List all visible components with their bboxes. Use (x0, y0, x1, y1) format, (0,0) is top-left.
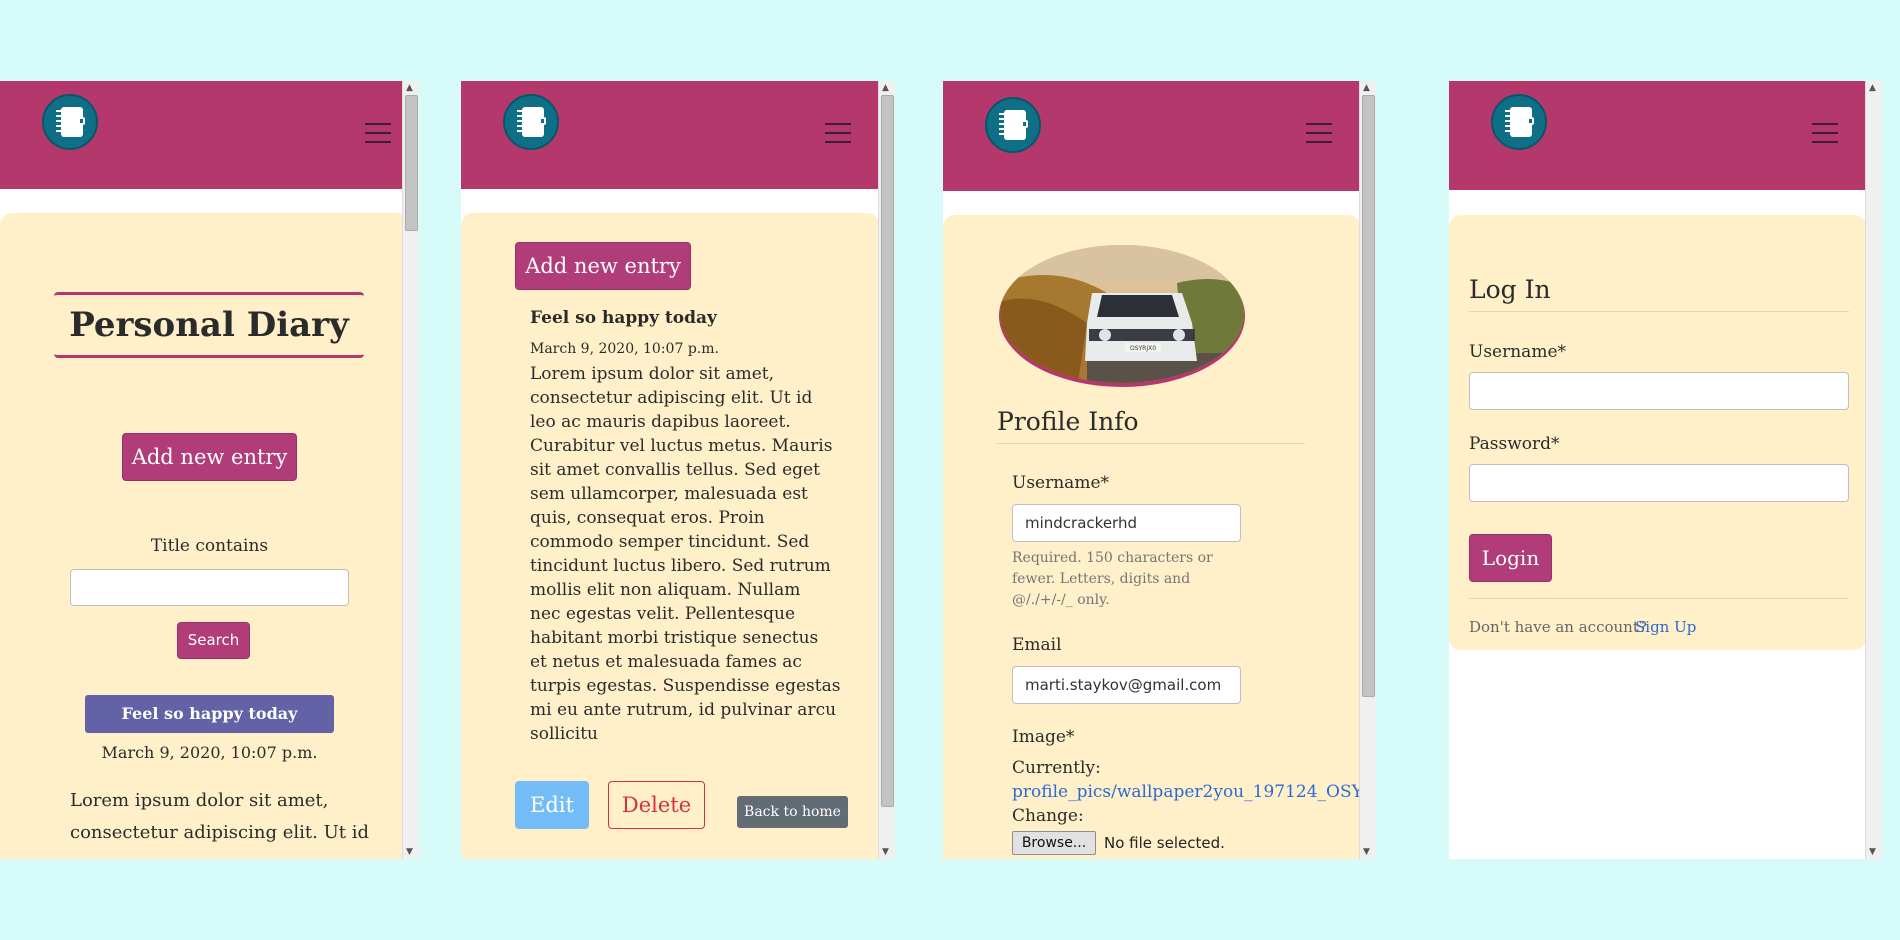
username-field[interactable] (1012, 504, 1241, 542)
entry-title: Feel so happy today (530, 308, 717, 328)
no-file-text: No file selected. (1104, 834, 1225, 852)
edit-button[interactable]: Edit (515, 781, 589, 829)
vertical-scrollbar[interactable]: ▲ ▼ (402, 81, 419, 859)
entry-date: March 9, 2020, 10:07 p.m. (101, 743, 318, 762)
current-image-link[interactable]: profile_pics/wallpaper2you_197124_OSYRj (1012, 782, 1360, 802)
notebook-logo-icon[interactable] (503, 94, 559, 150)
page-title: Personal Diary (54, 292, 364, 358)
vertical-scrollbar[interactable]: ▲ ▼ (1359, 81, 1376, 859)
entry-date: March 9, 2020, 10:07 p.m. (530, 341, 719, 357)
entry-body-line: Curabitur vel luctus metus. Mauris (530, 436, 833, 456)
signup-link[interactable]: Sign Up (1635, 618, 1696, 636)
browse-button[interactable]: Browse... (1012, 831, 1096, 855)
entry-body-line: Lorem ipsum dolor sit amet, (530, 364, 775, 384)
entry-body-line: nec egestas velit. Pellentesque (530, 604, 796, 624)
profile-avatar: OSYRJX0 (999, 245, 1245, 387)
profile-window: OSYRJX0 Profile Info Username* Required.… (943, 81, 1376, 859)
profile-card: OSYRJX0 Profile Info Username* Required.… (943, 215, 1360, 859)
entry-body-line: sit amet convallis tellus. Sed eget (530, 460, 820, 480)
profile-heading: Profile Info (997, 407, 1305, 444)
add-entry-button[interactable]: Add new entry (515, 242, 691, 290)
username-label: Username* (1469, 342, 1567, 362)
home-window: Personal Diary Add new entry Title conta… (0, 81, 419, 859)
notebook-logo-icon[interactable] (42, 94, 98, 150)
entry-excerpt-line-1: Lorem ipsum dolor sit amet, (70, 790, 329, 811)
navbar (943, 81, 1360, 191)
username-label: Username* (1012, 473, 1110, 493)
entry-body-line: et netus et malesuada fames ac (530, 652, 802, 672)
email-field[interactable] (1012, 666, 1241, 704)
hamburger-menu-icon[interactable] (1812, 123, 1838, 143)
entry-card: Add new entry Feel so happy today March … (461, 213, 879, 859)
entry-body-line: habitant morbi tristique senectus (530, 628, 819, 648)
login-heading: Log In (1469, 275, 1849, 312)
navbar (1449, 81, 1866, 190)
login-button[interactable]: Login (1469, 534, 1552, 582)
filter-label: Title contains (150, 536, 269, 556)
login-window: Log In Username* Password* Login Don't h… (1449, 81, 1882, 859)
notebook-logo-icon[interactable] (985, 97, 1041, 153)
login-card: Log In Username* Password* Login Don't h… (1449, 215, 1866, 650)
username-field[interactable] (1469, 372, 1849, 410)
entry-body-line: sollicitu (530, 724, 599, 744)
password-label: Password* (1469, 434, 1560, 454)
hamburger-menu-icon[interactable] (825, 123, 851, 143)
notebook-logo-icon[interactable] (1491, 94, 1547, 150)
change-label: Change: (1012, 806, 1084, 826)
vertical-scrollbar[interactable]: ▲ ▼ (1865, 81, 1882, 859)
license-plate-text: OSYRJX0 (1130, 345, 1156, 352)
help-line: Required. 150 characters or (1012, 550, 1213, 566)
home-card: Personal Diary Add new entry Title conta… (0, 213, 419, 859)
entry-body-line: mi eu ante rutrum, id pulvinar arcu (530, 700, 837, 720)
password-field[interactable] (1469, 464, 1849, 502)
entry-body-line: consectetur adipiscing elit. Ut id (530, 388, 813, 408)
hamburger-menu-icon[interactable] (1306, 123, 1332, 143)
navbar (0, 81, 419, 189)
detail-window: Add new entry Feel so happy today March … (461, 81, 895, 859)
delete-button[interactable]: Delete (608, 781, 705, 829)
image-label: Image* (1012, 727, 1075, 747)
currently-label: Currently: (1012, 758, 1101, 778)
back-home-button[interactable]: Back to home (737, 796, 848, 828)
entry-body-line: tincidunt luctus libero. Sed rutrum (530, 556, 831, 576)
add-entry-button[interactable]: Add new entry (122, 433, 297, 481)
hamburger-menu-icon[interactable] (365, 123, 391, 143)
username-help-text: Required. 150 characters or fewer. Lette… (1012, 548, 1213, 611)
entry-title-badge[interactable]: Feel so happy today (85, 695, 334, 733)
help-line: fewer. Letters, digits and (1012, 571, 1191, 587)
email-label: Email (1012, 635, 1062, 655)
entry-body-line: leo ac mauris dapibus laoreet. (530, 412, 791, 432)
no-account-text: Don't have an account? (1469, 618, 1647, 636)
entry-body: Lorem ipsum dolor sit amet, consectetur … (530, 362, 840, 746)
entry-body-line: commodo semper tincidunt. Sed (530, 532, 810, 552)
entry-excerpt-line-2: consectetur adipiscing elit. Ut id (70, 822, 369, 843)
search-button[interactable]: Search (177, 622, 250, 659)
login-divider (1469, 598, 1849, 599)
entry-body-line: turpis egestas. Suspendisse egestas (530, 676, 841, 696)
entry-body-line: quis, consequat eros. Proin (530, 508, 765, 528)
navbar (461, 81, 879, 189)
help-line: @/./+/-/_ only. (1012, 592, 1110, 608)
vertical-scrollbar[interactable]: ▲ ▼ (878, 81, 895, 859)
entry-body-line: sem ullamcorper, malesuada est (530, 484, 808, 504)
title-filter-input[interactable] (70, 569, 349, 606)
entry-body-line: mollis elit non aliquam. Nullam (530, 580, 801, 600)
